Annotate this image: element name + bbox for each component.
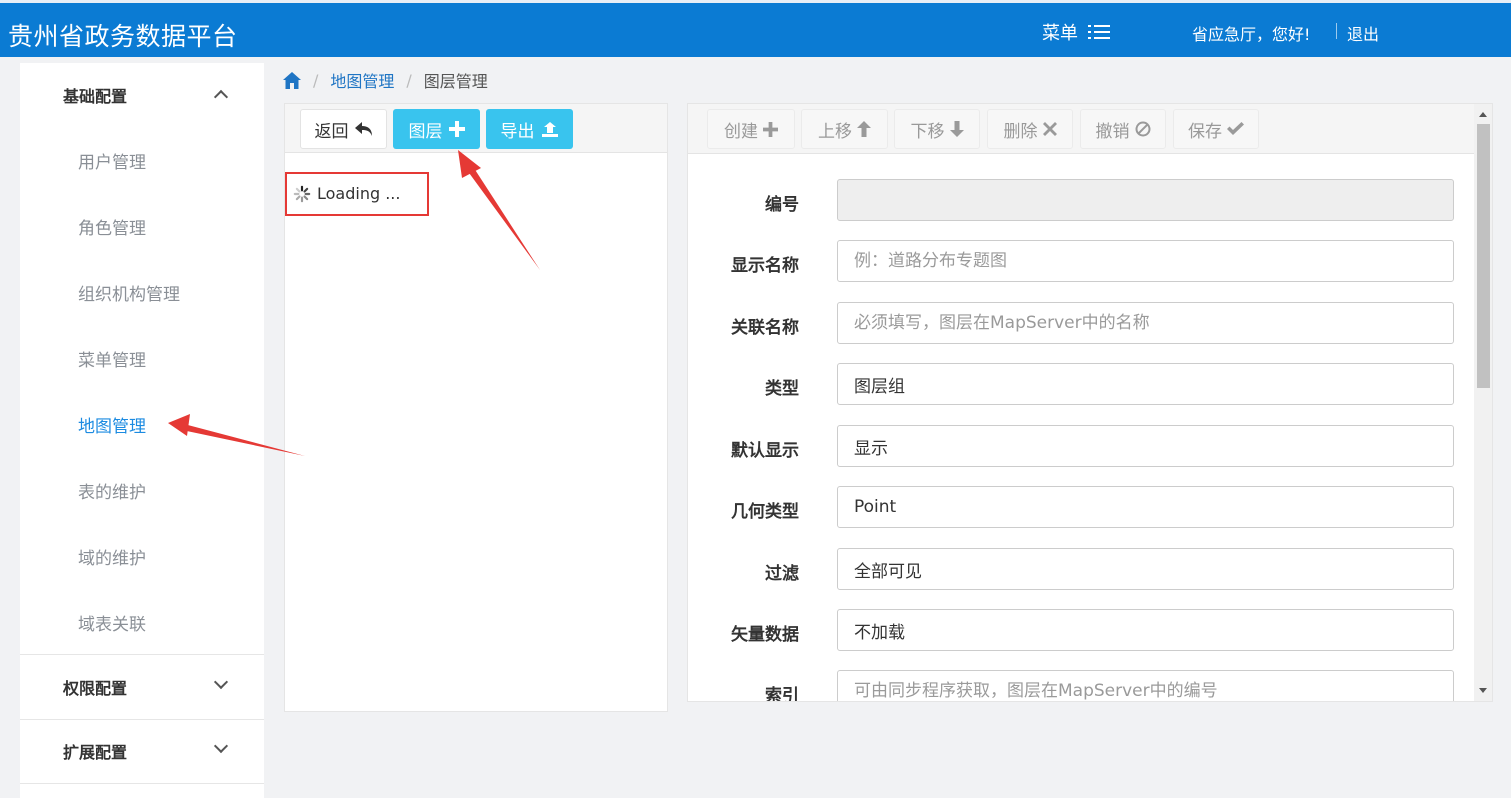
- add-layer-button[interactable]: 图层: [393, 109, 480, 149]
- breadcrumb-separator: /: [406, 70, 412, 90]
- field-label-geometry-type: 几何类型: [731, 502, 799, 522]
- undo-label: 撤销: [1095, 121, 1130, 142]
- sidebar-item-map-management[interactable]: 地图管理: [78, 412, 146, 437]
- check-icon: [1227, 122, 1244, 135]
- form-scrollbar[interactable]: [1474, 104, 1492, 701]
- display-name-field[interactable]: [837, 240, 1454, 282]
- sidebar-item-domain-maintenance[interactable]: 域的维护: [78, 544, 146, 569]
- field-label-vector-data: 矢量数据: [731, 625, 799, 645]
- back-label: 返回: [314, 121, 349, 142]
- move-down-label: 下移: [910, 121, 945, 142]
- menu-toggle-button[interactable]: 菜单: [1042, 19, 1110, 45]
- scrollbar-thumb[interactable]: [1477, 124, 1490, 388]
- ban-icon: [1135, 121, 1150, 137]
- home-icon[interactable]: [283, 71, 301, 89]
- index-field[interactable]: [837, 670, 1454, 701]
- logout-link[interactable]: 退出: [1347, 21, 1379, 45]
- sidebar-divider: [20, 783, 264, 784]
- layer-detail-toolbar: 创建 上移 下移 删除 撤销 保存: [688, 104, 1474, 154]
- hamburger-icon: [1088, 24, 1110, 40]
- undo-button[interactable]: 撤销: [1080, 109, 1166, 149]
- move-up-label: 上移: [818, 121, 852, 142]
- sidebar-item-table-maintenance[interactable]: 表的维护: [78, 478, 146, 503]
- sidebar-item-user-management[interactable]: 用户管理: [78, 148, 146, 173]
- layer-tree-toolbar: 返回 图层 导出: [285, 104, 667, 153]
- sidebar-group-label: 扩展配置: [63, 743, 128, 762]
- create-button[interactable]: 创建: [707, 109, 795, 149]
- move-down-button[interactable]: 下移: [894, 109, 980, 149]
- plus-icon: [763, 121, 778, 137]
- app-title: 贵州省政务数据平台: [8, 22, 238, 51]
- chevron-down-icon: [213, 738, 229, 754]
- menu-label: 菜单: [1042, 23, 1078, 44]
- add-layer-label: 图层: [408, 121, 443, 142]
- breadcrumb-separator: /: [313, 70, 319, 90]
- filter-field[interactable]: [837, 548, 1454, 590]
- back-button[interactable]: 返回: [300, 109, 387, 149]
- geometry-type-field[interactable]: [837, 486, 1454, 528]
- breadcrumb-map-management[interactable]: 地图管理: [330, 68, 394, 92]
- field-label-index: 索引: [765, 686, 799, 702]
- layer-detail-panel: 创建 上移 下移 删除 撤销 保存 编号 显示名称 关联名称 类型 默认显示: [687, 103, 1493, 702]
- sidebar-group-label: 基础配置: [63, 87, 128, 106]
- reply-icon: [354, 122, 372, 136]
- arrow-down-icon: [949, 121, 964, 137]
- breadcrumb-layer-management: 图层管理: [423, 72, 488, 91]
- sidebar-group-basic-config[interactable]: 基础配置: [20, 63, 264, 127]
- chevron-down-icon: [213, 674, 229, 690]
- scroll-down-arrow-icon[interactable]: [1479, 688, 1487, 693]
- move-up-button[interactable]: 上移: [801, 109, 888, 149]
- field-label-display-name: 显示名称: [731, 256, 799, 276]
- export-button[interactable]: 导出: [486, 109, 573, 149]
- top-bar: 贵州省政务数据平台 菜单 省应急厅，您好! 退出: [0, 0, 1511, 57]
- default-display-field[interactable]: [837, 425, 1454, 467]
- scroll-up-arrow-icon[interactable]: [1479, 112, 1487, 117]
- sidebar-group-permission-config[interactable]: 权限配置: [20, 655, 264, 719]
- vector-data-field[interactable]: [837, 609, 1454, 651]
- export-label: 导出: [500, 121, 535, 142]
- sidebar-item-menu-management[interactable]: 菜单管理: [78, 346, 146, 371]
- sidebar-group-label: 权限配置: [63, 679, 128, 698]
- arrow-up-icon: [857, 121, 871, 137]
- header-divider: [1336, 23, 1337, 39]
- layer-tree-panel: 返回 图层 导出 Loading ...: [284, 103, 668, 712]
- save-label: 保存: [1188, 121, 1222, 142]
- sidebar-group-extension-config[interactable]: 扩展配置: [20, 719, 264, 783]
- spinner-icon: [293, 185, 311, 203]
- sidebar-item-role-management[interactable]: 角色管理: [78, 214, 146, 239]
- chevron-up-icon: [213, 89, 229, 105]
- loading-text: Loading ...: [317, 184, 401, 203]
- save-button[interactable]: 保存: [1173, 109, 1259, 149]
- delete-button[interactable]: 删除: [987, 109, 1073, 149]
- sidebar-item-org-management[interactable]: 组织机构管理: [78, 280, 180, 305]
- type-field[interactable]: [837, 363, 1454, 405]
- sidebar: 基础配置 用户管理 角色管理 组织机构管理 菜单管理 地图管理 表的维护 域的维…: [20, 63, 264, 798]
- sidebar-item-domain-table-link[interactable]: 域表关联: [78, 610, 146, 635]
- field-label-id: 编号: [765, 195, 799, 215]
- breadcrumb: / 地图管理 / 图层管理: [283, 68, 488, 92]
- user-greeting: 省应急厅，您好!: [1192, 25, 1311, 44]
- field-label-type: 类型: [765, 379, 799, 399]
- create-label: 创建: [724, 121, 758, 142]
- loading-indicator: Loading ...: [285, 172, 429, 216]
- field-label-filter: 过滤: [765, 564, 799, 584]
- field-label-default-display: 默认显示: [731, 441, 799, 461]
- delete-label: 删除: [1003, 121, 1038, 142]
- field-label-linked-name: 关联名称: [731, 318, 799, 338]
- close-icon: [1042, 122, 1057, 136]
- linked-name-field[interactable]: [837, 302, 1454, 344]
- export-icon: [541, 122, 558, 137]
- plus-icon: [448, 121, 465, 137]
- id-field[interactable]: [837, 179, 1454, 221]
